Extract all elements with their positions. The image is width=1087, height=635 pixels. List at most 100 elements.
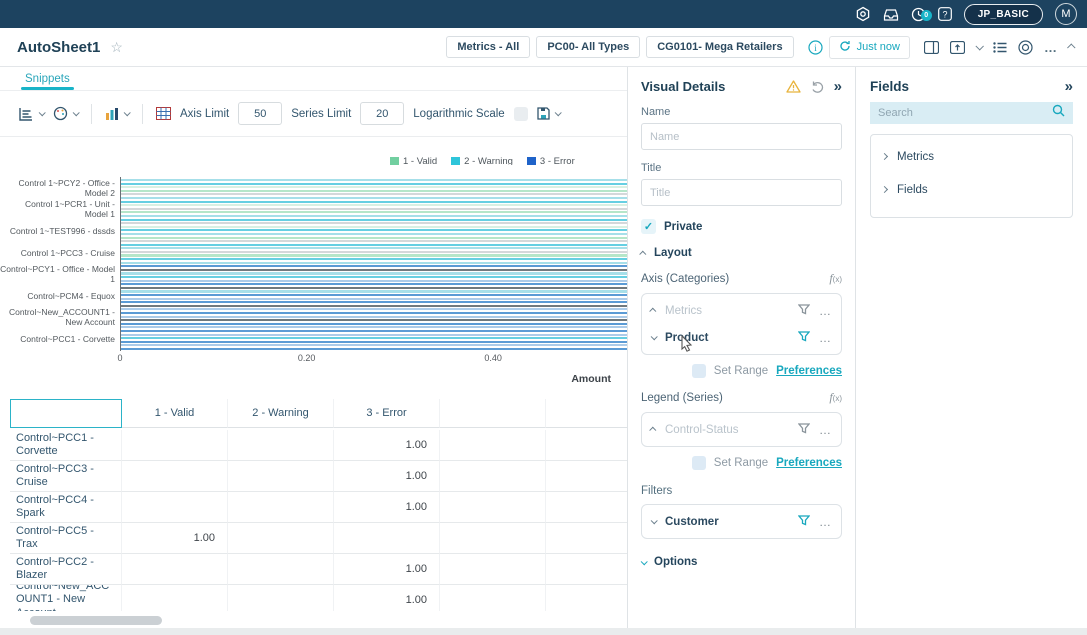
caret-icon[interactable] bbox=[649, 308, 656, 315]
chart-bar[interactable] bbox=[121, 226, 627, 228]
table-cell[interactable] bbox=[440, 554, 546, 585]
target-icon[interactable] bbox=[1018, 40, 1033, 55]
chart-bar[interactable] bbox=[121, 229, 627, 231]
table-cell[interactable]: 1.00 bbox=[334, 492, 440, 523]
table-row-label[interactable]: Control~New_ACCOUNT1 - New Account bbox=[10, 585, 122, 611]
caret-icon[interactable] bbox=[651, 517, 658, 524]
chart-bar[interactable] bbox=[121, 326, 627, 328]
warning-icon[interactable] bbox=[786, 80, 801, 93]
filter-icon[interactable] bbox=[798, 513, 810, 531]
chart-bar[interactable] bbox=[121, 337, 627, 339]
history-clock-icon[interactable]: 0 bbox=[911, 7, 926, 22]
color-palette-button[interactable] bbox=[53, 106, 78, 121]
chart-bar[interactable] bbox=[121, 301, 627, 303]
chart-bar[interactable] bbox=[121, 197, 627, 199]
chart-bar[interactable] bbox=[121, 219, 627, 221]
table-cell[interactable]: 1.00 bbox=[334, 554, 440, 585]
chart-bar[interactable] bbox=[121, 348, 627, 350]
chart-bar[interactable] bbox=[121, 319, 627, 321]
chart-bar[interactable] bbox=[121, 244, 627, 246]
chart-bar[interactable] bbox=[121, 251, 627, 253]
more-options-icon[interactable]: … bbox=[819, 515, 832, 529]
chart-bar[interactable] bbox=[121, 344, 627, 346]
chart-bar[interactable] bbox=[121, 283, 627, 285]
chart-bar[interactable] bbox=[121, 334, 627, 336]
table-cell[interactable] bbox=[228, 523, 334, 554]
chart-bar[interactable] bbox=[121, 193, 627, 195]
filter-icon[interactable] bbox=[798, 302, 810, 320]
caret-icon[interactable] bbox=[651, 333, 658, 340]
fields-tree-fields[interactable]: Fields bbox=[882, 173, 1061, 206]
table-row-label[interactable]: Control~PCC2 - Blazer bbox=[10, 554, 122, 585]
legend-item[interactable]: 3 - Error bbox=[527, 156, 575, 165]
table-cell[interactable] bbox=[228, 585, 334, 611]
table-cell[interactable] bbox=[122, 554, 228, 585]
legend-item[interactable]: 1 - Valid bbox=[390, 156, 437, 165]
series-limit-input[interactable] bbox=[360, 102, 404, 125]
chart-bar[interactable] bbox=[121, 254, 627, 256]
chart-bar[interactable] bbox=[121, 330, 627, 332]
list-view-icon[interactable] bbox=[993, 42, 1007, 53]
table-cell[interactable] bbox=[122, 461, 228, 492]
table-cell[interactable] bbox=[440, 523, 546, 554]
column-header[interactable] bbox=[546, 399, 628, 428]
title-input[interactable] bbox=[641, 179, 842, 206]
chart-bar[interactable] bbox=[121, 247, 627, 249]
chart-bar[interactable] bbox=[121, 290, 627, 292]
set-range-checkbox[interactable] bbox=[692, 364, 706, 378]
user-menu-button[interactable]: JP_BASIC bbox=[964, 4, 1043, 25]
chart-bar[interactable] bbox=[121, 237, 627, 239]
chart-type-column-button[interactable] bbox=[105, 107, 129, 121]
log-scale-checkbox[interactable] bbox=[514, 107, 528, 121]
undo-icon[interactable] bbox=[811, 81, 824, 93]
chart-plot-area[interactable] bbox=[120, 177, 627, 351]
table-row-label[interactable]: Control~PCC1 - Corvette bbox=[10, 430, 122, 461]
table-cell[interactable] bbox=[546, 554, 628, 585]
table-cell[interactable] bbox=[122, 492, 228, 523]
function-icon[interactable]: f(x) bbox=[829, 271, 842, 286]
set-range-checkbox[interactable] bbox=[692, 456, 706, 470]
info-icon[interactable]: i bbox=[808, 40, 823, 55]
table-row-label[interactable]: Control~PCC4 - Spark bbox=[10, 492, 122, 523]
chart-bar[interactable] bbox=[121, 233, 627, 235]
function-icon[interactable]: f(x) bbox=[829, 390, 842, 405]
table-cell[interactable] bbox=[122, 585, 228, 611]
fields-tree-metrics[interactable]: Metrics bbox=[882, 140, 1061, 173]
refresh-status[interactable]: Just now bbox=[829, 36, 910, 59]
chart-bar[interactable] bbox=[121, 211, 627, 213]
field-item-metrics[interactable]: Metrics… bbox=[651, 297, 832, 324]
table-cell[interactable] bbox=[440, 461, 546, 492]
table-cell[interactable]: 1.00 bbox=[334, 585, 440, 611]
preferences-link[interactable]: Preferences bbox=[776, 457, 842, 469]
field-item-customer[interactable]: Customer… bbox=[651, 508, 832, 535]
column-header[interactable]: 3 - Error bbox=[334, 399, 440, 428]
collapse-panel-icon[interactable]: » bbox=[834, 79, 842, 94]
chart-bar[interactable] bbox=[121, 305, 627, 307]
chart-bar[interactable] bbox=[121, 215, 627, 217]
column-header[interactable] bbox=[440, 399, 546, 428]
chart-bar[interactable] bbox=[121, 222, 627, 224]
chart-bar[interactable] bbox=[121, 179, 627, 181]
column-header[interactable] bbox=[10, 399, 122, 428]
chart-bar[interactable] bbox=[121, 186, 627, 188]
table-cell[interactable] bbox=[546, 461, 628, 492]
chart-bar[interactable] bbox=[121, 190, 627, 192]
table-cell[interactable]: 1.00 bbox=[334, 430, 440, 461]
chart-bar[interactable] bbox=[121, 308, 627, 310]
tab-snippets[interactable]: Snippets bbox=[25, 73, 70, 90]
private-checkbox[interactable]: ✓ bbox=[641, 219, 656, 234]
caret-icon[interactable] bbox=[649, 427, 656, 434]
table-cell[interactable] bbox=[546, 492, 628, 523]
chart-bar[interactable] bbox=[121, 258, 627, 260]
chart-type-hbar-button[interactable] bbox=[18, 107, 44, 121]
table-cell[interactable] bbox=[440, 430, 546, 461]
grid-table-icon[interactable] bbox=[156, 107, 171, 120]
filter-icon[interactable] bbox=[798, 329, 810, 347]
table-cell[interactable] bbox=[228, 492, 334, 523]
chart-bar[interactable] bbox=[121, 269, 627, 271]
chart-bar[interactable] bbox=[121, 312, 627, 314]
table-cell[interactable] bbox=[228, 554, 334, 585]
export-chevron-icon[interactable] bbox=[976, 44, 982, 50]
more-options-icon[interactable]: … bbox=[819, 331, 832, 345]
table-cell[interactable] bbox=[546, 585, 628, 611]
